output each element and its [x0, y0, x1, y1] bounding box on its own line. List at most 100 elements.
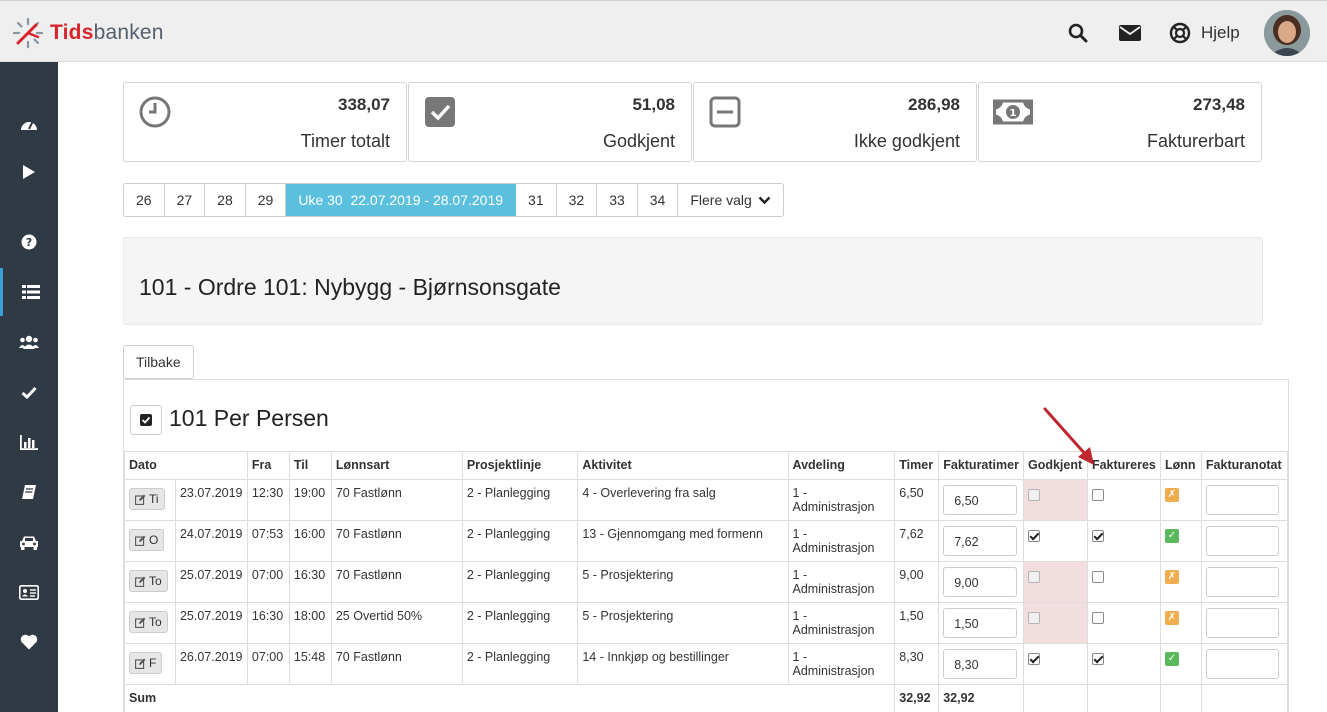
stat-value: 51,08: [632, 95, 675, 114]
table-row: To 25.07.2019 07:00 16:30 70 Fastlønn 2 - Pla…: [124, 561, 1289, 603]
cell-avdeling: 1 - Administrasjon: [787, 643, 896, 685]
table-row: Ti 23.07.2019 12:30 19:00 70 Fastlønn 2 - Pla…: [124, 479, 1289, 521]
godkjent-checkbox[interactable]: [1027, 612, 1040, 624]
col-avdeling[interactable]: Avdeling: [787, 451, 896, 480]
book-icon[interactable]: [0, 468, 58, 516]
cell-timer: 9,00: [894, 561, 940, 603]
edit-entry-button[interactable]: To: [129, 570, 168, 592]
logo-star-icon: [12, 17, 44, 49]
stat-godkjent: 51,08 Godkjent: [408, 82, 692, 162]
week-34-button[interactable]: 34: [637, 184, 679, 216]
fakturatimer-input[interactable]: 8,30: [943, 649, 1018, 679]
fakturatimer-input[interactable]: 6,50: [943, 485, 1018, 515]
cell-avdeling: 1 - Administrasjon: [787, 561, 896, 603]
users-icon[interactable]: [0, 318, 58, 366]
cell-fra: 12:30: [246, 479, 290, 521]
faktureres-checkbox[interactable]: [1091, 530, 1104, 542]
faktureres-checkbox[interactable]: [1091, 489, 1104, 501]
fakturatimer-input[interactable]: 9,00: [943, 567, 1018, 597]
cell-prosjektlinje: 2 - Planlegging: [461, 520, 579, 562]
stats-row: 338,07 Timer totalt 51,08 Godkjent 286,9…: [123, 82, 1263, 162]
cell-aktivitet: 4 - Overlevering fra salg: [577, 479, 789, 521]
fakturanotat-input[interactable]: [1205, 608, 1279, 638]
edit-icon: [135, 535, 146, 546]
col-fra[interactable]: Fra: [246, 451, 290, 480]
heart-icon[interactable]: [0, 618, 58, 666]
col-lonn[interactable]: Lønn: [1159, 451, 1202, 480]
cell-prosjektlinje: 2 - Planlegging: [461, 643, 579, 685]
faktureres-checkbox[interactable]: [1091, 653, 1104, 665]
col-lonnsart[interactable]: Lønnsart: [330, 451, 463, 480]
edit-entry-button[interactable]: O: [129, 529, 165, 551]
week-31-button[interactable]: 31: [516, 184, 557, 216]
help-link[interactable]: Hjelp: [1201, 23, 1240, 43]
day-label: F: [149, 656, 157, 670]
fakturatimer-input[interactable]: 1,50: [943, 608, 1018, 638]
edit-entry-button[interactable]: To: [129, 611, 168, 633]
faktureres-checkbox[interactable]: [1091, 612, 1104, 624]
cell-fra: 07:00: [246, 561, 290, 603]
select-person-checkbox[interactable]: [130, 405, 162, 435]
fakturanotat-input[interactable]: [1205, 526, 1279, 556]
edit-entry-button[interactable]: F: [129, 652, 163, 674]
question-icon[interactable]: ?: [0, 218, 58, 266]
col-timer[interactable]: Timer: [894, 451, 940, 480]
col-til[interactable]: Til: [288, 451, 332, 480]
fakturanotat-input[interactable]: [1205, 649, 1279, 679]
edit-icon: [135, 617, 146, 628]
avatar[interactable]: [1264, 10, 1310, 56]
bar-chart-icon[interactable]: [0, 418, 58, 466]
stat-timer-totalt: 338,07 Timer totalt: [123, 82, 407, 162]
faktureres-checkbox[interactable]: [1091, 571, 1104, 583]
stat-label: Timer totalt: [300, 131, 390, 151]
fakturatimer-input[interactable]: 7,62: [943, 526, 1018, 556]
active-week-button[interactable]: Uke 30 22.07.2019 - 28.07.2019: [286, 184, 517, 216]
col-fakturanotat[interactable]: Fakturanotat: [1200, 451, 1289, 480]
day-label: To: [149, 615, 162, 629]
more-options-label: Flere valg: [690, 192, 752, 208]
week-32-button[interactable]: 32: [556, 184, 598, 216]
order-panel: 101 - Ordre 101: Nybygg - Bjørnsonsgate: [123, 237, 1263, 325]
lifebuoy-icon[interactable]: [1168, 21, 1192, 45]
id-card-icon[interactable]: [0, 568, 58, 616]
edit-entry-button[interactable]: Ti: [129, 488, 165, 510]
check-icon[interactable]: [0, 368, 58, 416]
cell-lonnsart: 70 Fastlønn: [330, 643, 463, 685]
fakturanotat-input[interactable]: [1205, 567, 1279, 597]
week-33-button[interactable]: 33: [597, 184, 638, 216]
col-godkjent[interactable]: Godkjent: [1022, 451, 1088, 480]
col-aktivitet[interactable]: Aktivitet: [577, 451, 789, 480]
logo-text: Tidsbanken: [50, 21, 164, 44]
godkjent-checkbox[interactable]: [1027, 571, 1040, 583]
week-28-button[interactable]: 28: [205, 184, 246, 216]
week-29-button[interactable]: 29: [245, 184, 287, 216]
col-fakturatimer[interactable]: Fakturatimer: [938, 451, 1024, 480]
car-icon[interactable]: [0, 518, 58, 566]
godkjent-checkbox[interactable]: [1027, 489, 1040, 501]
cell-prosjektlinje: 2 - Planlegging: [461, 561, 579, 603]
envelope-icon[interactable]: [1118, 21, 1142, 45]
godkjent-checkbox[interactable]: [1027, 653, 1040, 665]
back-button[interactable]: Tilbake: [123, 345, 194, 379]
cell-aktivitet: 5 - Prosjektering: [577, 561, 789, 603]
col-faktureres[interactable]: Faktureres: [1086, 451, 1161, 480]
cell-date: 25.07.2019: [174, 602, 248, 644]
logo[interactable]: Tidsbanken: [12, 17, 164, 49]
sum-row: Sum 32,92 32,92: [123, 684, 1289, 712]
play-icon[interactable]: [0, 148, 58, 196]
edit-icon: [135, 494, 146, 505]
week-26-button[interactable]: 26: [124, 184, 165, 216]
stat-label: Ikke godkjent: [853, 131, 960, 151]
col-dato[interactable]: Dato: [124, 451, 248, 480]
sum-label: Sum: [123, 684, 896, 712]
col-prosjektlinje[interactable]: Prosjektlinje: [461, 451, 579, 480]
godkjent-checkbox[interactable]: [1027, 530, 1040, 542]
search-icon[interactable]: [1066, 21, 1090, 45]
fakturanotat-input[interactable]: [1205, 485, 1279, 515]
week-27-button[interactable]: 27: [164, 184, 206, 216]
dashboard-icon[interactable]: [0, 100, 58, 148]
list-icon[interactable]: [0, 268, 58, 316]
stat-value: 338,07: [338, 95, 390, 114]
more-options-dropdown[interactable]: Flere valg: [678, 184, 783, 216]
cell-timer: 1,50: [894, 602, 940, 644]
